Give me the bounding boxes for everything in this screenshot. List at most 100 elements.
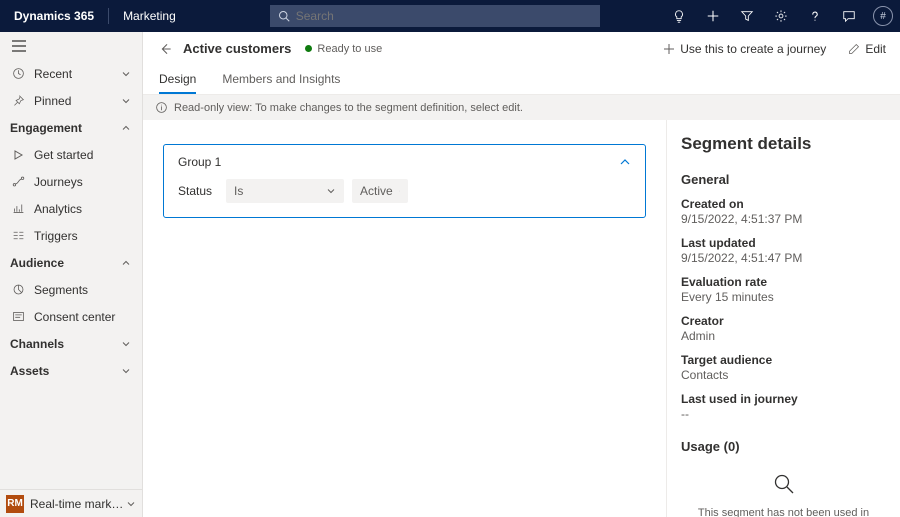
nav-label: Analytics — [34, 202, 132, 216]
nav-pinned[interactable]: Pinned — [0, 87, 142, 114]
operator-select[interactable]: Is — [226, 179, 344, 203]
info-icon — [155, 101, 168, 114]
nav-label: Triggers — [34, 229, 132, 243]
nav-label: Segments — [34, 283, 132, 297]
detail-created-on: Created on 9/15/2022, 4:51:37 PM — [681, 197, 886, 226]
create-journey-button[interactable]: Use this to create a journey — [659, 39, 830, 59]
details-title: Segment details — [681, 134, 886, 154]
action-label: Use this to create a journey — [680, 42, 826, 56]
nav-label: Journeys — [34, 175, 132, 189]
chevron-down-icon — [399, 186, 400, 196]
nav-label: Consent center — [34, 310, 132, 324]
detail-label: Last used in journey — [681, 392, 886, 406]
help-icon[interactable] — [798, 0, 832, 32]
detail-evaluation-rate: Evaluation rate Every 15 minutes — [681, 275, 886, 304]
page-title: Active customers — [183, 41, 291, 56]
detail-value: 9/15/2022, 4:51:47 PM — [681, 251, 886, 265]
hamburger-icon — [12, 40, 26, 52]
tab-members[interactable]: Members and Insights — [222, 66, 340, 94]
segment-details-panel: Segment details General Created on 9/15/… — [666, 120, 900, 517]
value-select[interactable]: Active — [352, 179, 408, 203]
search-icon — [772, 472, 796, 496]
tab-design[interactable]: Design — [159, 66, 196, 94]
area-badge: RM — [6, 495, 24, 513]
global-search[interactable] — [270, 5, 600, 27]
nav-consent-center[interactable]: Consent center — [0, 303, 142, 330]
nav-label: Get started — [34, 148, 132, 162]
nav-section-engagement[interactable]: Engagement — [0, 114, 142, 141]
readonly-text: Read-only view: To make changes to the s… — [174, 102, 523, 114]
detail-label: Last updated — [681, 236, 886, 250]
detail-value: Contacts — [681, 368, 886, 382]
nav-get-started[interactable]: Get started — [0, 141, 142, 168]
tab-bar: Design Members and Insights — [143, 65, 900, 95]
segment-designer: Group 1 Status Is Active — [143, 120, 666, 517]
chevron-down-icon — [120, 69, 132, 79]
filter-row: Status Is Active — [178, 179, 631, 203]
detail-label: Evaluation rate — [681, 275, 886, 289]
detail-value: Every 15 minutes — [681, 290, 886, 304]
group-card: Group 1 Status Is Active — [163, 144, 646, 218]
collapse-button[interactable] — [619, 156, 631, 168]
filter-icon[interactable] — [730, 0, 764, 32]
group-title: Group 1 — [178, 155, 221, 169]
detail-last-used: Last used in journey -- — [681, 392, 886, 421]
chevron-down-icon — [126, 499, 136, 509]
detail-last-updated: Last updated 9/15/2022, 4:51:47 PM — [681, 236, 886, 265]
edit-button[interactable]: Edit — [844, 39, 890, 59]
nav-label: Pinned — [34, 94, 120, 108]
chevron-down-icon — [120, 339, 132, 349]
main-region: Active customers Ready to use Use this t… — [143, 32, 900, 517]
chat-icon[interactable] — [832, 0, 866, 32]
detail-value: Admin — [681, 329, 886, 343]
brand-label[interactable]: Dynamics 365 — [0, 0, 108, 32]
chevron-down-icon — [120, 366, 132, 376]
page-header: Active customers Ready to use Use this t… — [143, 32, 900, 65]
clock-icon — [10, 67, 26, 80]
app-name[interactable]: Marketing — [109, 9, 190, 23]
pin-icon — [10, 94, 26, 107]
chevron-up-icon — [120, 258, 132, 268]
nav-section-channels[interactable]: Channels — [0, 330, 142, 357]
gear-icon[interactable] — [764, 0, 798, 32]
detail-value: 9/15/2022, 4:51:37 PM — [681, 212, 886, 226]
chevron-up-icon — [120, 123, 132, 133]
nav-label: Audience — [10, 256, 120, 270]
global-header: Dynamics 365 Marketing # — [0, 0, 900, 32]
back-button[interactable] — [153, 42, 177, 56]
analytics-icon — [10, 202, 26, 215]
nav-journeys[interactable]: Journeys — [0, 168, 142, 195]
nav-section-audience[interactable]: Audience — [0, 249, 142, 276]
value-text: Active — [360, 184, 393, 198]
pencil-icon — [848, 43, 860, 55]
nav-label: Channels — [10, 337, 120, 351]
action-label: Edit — [865, 42, 886, 56]
nav-triggers[interactable]: Triggers — [0, 222, 142, 249]
nav-label: Engagement — [10, 121, 120, 135]
nav-label: Recent — [34, 67, 120, 81]
detail-label: Target audience — [681, 353, 886, 367]
detail-value: -- — [681, 407, 886, 421]
chevron-up-icon — [619, 156, 631, 168]
plus-icon — [663, 43, 675, 55]
user-avatar[interactable]: # — [866, 0, 900, 32]
plus-icon[interactable] — [696, 0, 730, 32]
operator-value: Is — [234, 184, 243, 198]
nav-toggle[interactable] — [0, 32, 142, 60]
lightbulb-icon[interactable] — [662, 0, 696, 32]
nav-section-assets[interactable]: Assets — [0, 357, 142, 384]
area-switcher[interactable]: RM Real-time marketi... — [0, 489, 142, 517]
detail-target-audience: Target audience Contacts — [681, 353, 886, 382]
segments-icon — [10, 283, 26, 296]
search-input[interactable] — [296, 9, 592, 23]
usage-empty-state: This segment has not been used in journe… — [681, 472, 886, 517]
readonly-notice: Read-only view: To make changes to the s… — [143, 95, 900, 120]
header-actions: # — [662, 0, 900, 32]
status-dot-icon — [305, 45, 312, 52]
nav-segments[interactable]: Segments — [0, 276, 142, 303]
nav-recent[interactable]: Recent — [0, 60, 142, 87]
usage-empty-text: This segment has not been used in journe… — [681, 506, 886, 517]
nav-analytics[interactable]: Analytics — [0, 195, 142, 222]
filter-attribute: Status — [178, 184, 218, 198]
nav-label: Assets — [10, 364, 120, 378]
